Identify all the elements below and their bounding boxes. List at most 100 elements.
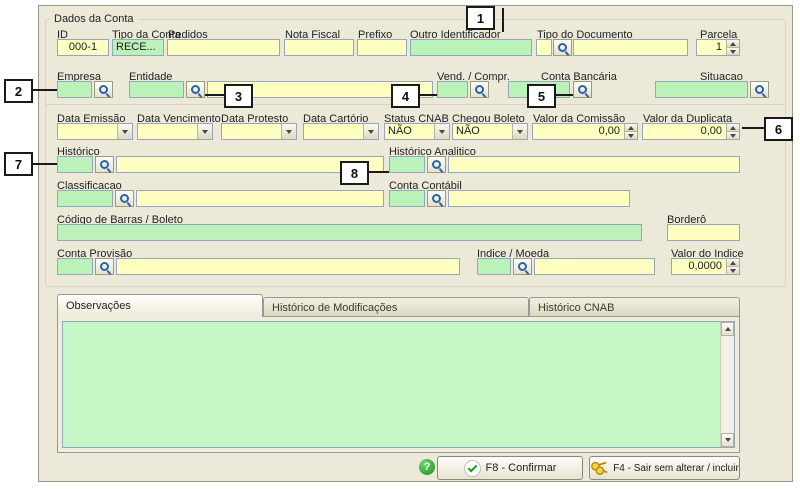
valor-da-duplicata-spinner[interactable] — [726, 124, 739, 139]
keys-icon — [590, 460, 608, 476]
confirm-button[interactable]: F8 - Confirmar — [437, 456, 583, 480]
search-icon — [578, 85, 587, 94]
conta-contabil-desc-field[interactable] — [448, 190, 630, 207]
situacao-field[interactable] — [655, 81, 748, 98]
exit-button-label: F4 - Sair sem alterar / incluir — [613, 463, 739, 474]
data-protesto-combo[interactable] — [221, 123, 297, 140]
callout-5-leader — [556, 94, 573, 96]
entidade-lookup-button[interactable] — [186, 81, 205, 98]
conta-provisao-field[interactable] — [57, 258, 93, 275]
search-icon — [755, 85, 764, 94]
id-field[interactable]: 000-1 — [57, 39, 109, 56]
classificacao-lookup-button[interactable] — [115, 190, 134, 207]
search-icon — [100, 262, 109, 271]
spin-down-icon[interactable] — [726, 267, 739, 274]
callout-1: 1 — [466, 6, 495, 30]
scroll-down-button[interactable] — [721, 433, 734, 447]
spin-down-icon[interactable] — [726, 48, 739, 55]
parcela-spinner[interactable] — [726, 40, 739, 55]
tipo-da-conta-field[interactable]: RECE... — [112, 39, 164, 56]
chevron-down-icon[interactable] — [197, 124, 212, 139]
chegou-boleto-value: NÃO — [456, 125, 480, 137]
tab-observacoes[interactable]: Observações — [57, 294, 263, 317]
spin-up-icon[interactable] — [726, 259, 739, 267]
conta-contabil-lookup-button[interactable] — [427, 190, 446, 207]
chevron-down-icon[interactable] — [363, 124, 378, 139]
screen: Dados da Conta ID 000-1 Tipo da Conta RE… — [0, 0, 800, 489]
tab-historico-de-modificacoes[interactable]: Histórico de Modificações — [263, 297, 529, 317]
bordero-field[interactable] — [667, 224, 740, 241]
valor-do-indice-spinner[interactable] — [726, 259, 739, 274]
data-vencimento-combo[interactable] — [137, 123, 213, 140]
callout-1-leader — [502, 8, 504, 32]
historico-analitico-field[interactable] — [389, 156, 425, 173]
callout-6-leader — [742, 127, 764, 129]
pedidos-field[interactable] — [167, 39, 280, 56]
nota-fiscal-field[interactable] — [284, 39, 354, 56]
observacoes-textarea[interactable] — [62, 321, 735, 448]
callout-2: 2 — [4, 79, 33, 103]
chegou-boleto-combo[interactable]: NÃO — [452, 123, 528, 140]
tipo-do-documento-desc-field[interactable] — [573, 39, 688, 56]
callout-4-leader — [420, 94, 437, 96]
search-icon — [518, 262, 527, 271]
vend-compr-lookup-button[interactable] — [470, 81, 489, 98]
classificacao-field[interactable] — [57, 190, 113, 207]
indice-moeda-lookup-button[interactable] — [513, 258, 532, 275]
valor-da-comissao-spinner[interactable] — [624, 124, 637, 139]
check-icon — [464, 460, 481, 477]
spin-up-icon[interactable] — [624, 124, 637, 132]
help-button[interactable]: ? — [419, 459, 435, 475]
valor-do-indice-value: 0,0000 — [688, 260, 722, 272]
valor-da-duplicata-field[interactable]: 0,00 — [642, 123, 740, 140]
empresa-lookup-button[interactable] — [94, 81, 113, 98]
chevron-down-icon[interactable] — [117, 124, 132, 139]
indice-moeda-desc-field[interactable] — [534, 258, 655, 275]
conta-contabil-field[interactable] — [389, 190, 425, 207]
scrollbar[interactable] — [720, 322, 734, 447]
chevron-down-icon[interactable] — [434, 124, 449, 139]
historico-lookup-button[interactable] — [95, 156, 114, 173]
data-cartorio-combo[interactable] — [303, 123, 379, 140]
indice-moeda-field[interactable] — [477, 258, 511, 275]
chevron-down-icon[interactable] — [512, 124, 527, 139]
search-icon — [475, 85, 484, 94]
exit-button[interactable]: F4 - Sair sem alterar / incluir — [589, 456, 740, 480]
callout-7: 7 — [4, 152, 33, 176]
callout-5: 5 — [527, 84, 556, 108]
situacao-lookup-button[interactable] — [750, 81, 769, 98]
callout-6: 6 — [764, 117, 793, 141]
status-cnab-combo[interactable]: NÃO — [384, 123, 450, 140]
entidade-field[interactable] — [129, 81, 184, 98]
tipo-do-documento-lookup-button[interactable] — [553, 39, 572, 56]
historico-analitico-lookup-button[interactable] — [427, 156, 446, 173]
spin-up-icon[interactable] — [726, 40, 739, 48]
historico-analitico-desc-field[interactable] — [448, 156, 740, 173]
conta-provisao-lookup-button[interactable] — [95, 258, 114, 275]
parcela-field[interactable]: 1 — [696, 39, 740, 56]
valor-da-duplicata-value: 0,00 — [701, 125, 722, 137]
codigo-barras-boleto-field[interactable] — [57, 224, 642, 241]
search-icon — [120, 194, 129, 203]
conta-bancaria-lookup-button[interactable] — [573, 81, 592, 98]
spin-up-icon[interactable] — [726, 124, 739, 132]
prefixo-field[interactable] — [357, 39, 407, 56]
valor-da-comissao-field[interactable]: 0,00 — [532, 123, 638, 140]
historico-field[interactable] — [57, 156, 93, 173]
data-emissao-combo[interactable] — [57, 123, 133, 140]
tab-historico-cnab[interactable]: Histórico CNAB — [529, 297, 740, 317]
valor-do-indice-field[interactable]: 0,0000 — [671, 258, 740, 275]
search-icon — [99, 85, 108, 94]
outro-identificador-field[interactable] — [410, 39, 532, 56]
spin-down-icon[interactable] — [726, 132, 739, 139]
scroll-up-button[interactable] — [721, 322, 734, 336]
vend-compr-field[interactable] — [437, 81, 468, 98]
conta-provisao-desc-field[interactable] — [116, 258, 460, 275]
tipo-do-documento-code-field[interactable] — [536, 39, 552, 56]
confirm-button-label: F8 - Confirmar — [486, 462, 557, 474]
empresa-field[interactable] — [57, 81, 92, 98]
chevron-down-icon[interactable] — [281, 124, 296, 139]
classificacao-desc-field[interactable] — [136, 190, 384, 207]
spin-down-icon[interactable] — [624, 132, 637, 139]
search-icon — [558, 43, 567, 52]
